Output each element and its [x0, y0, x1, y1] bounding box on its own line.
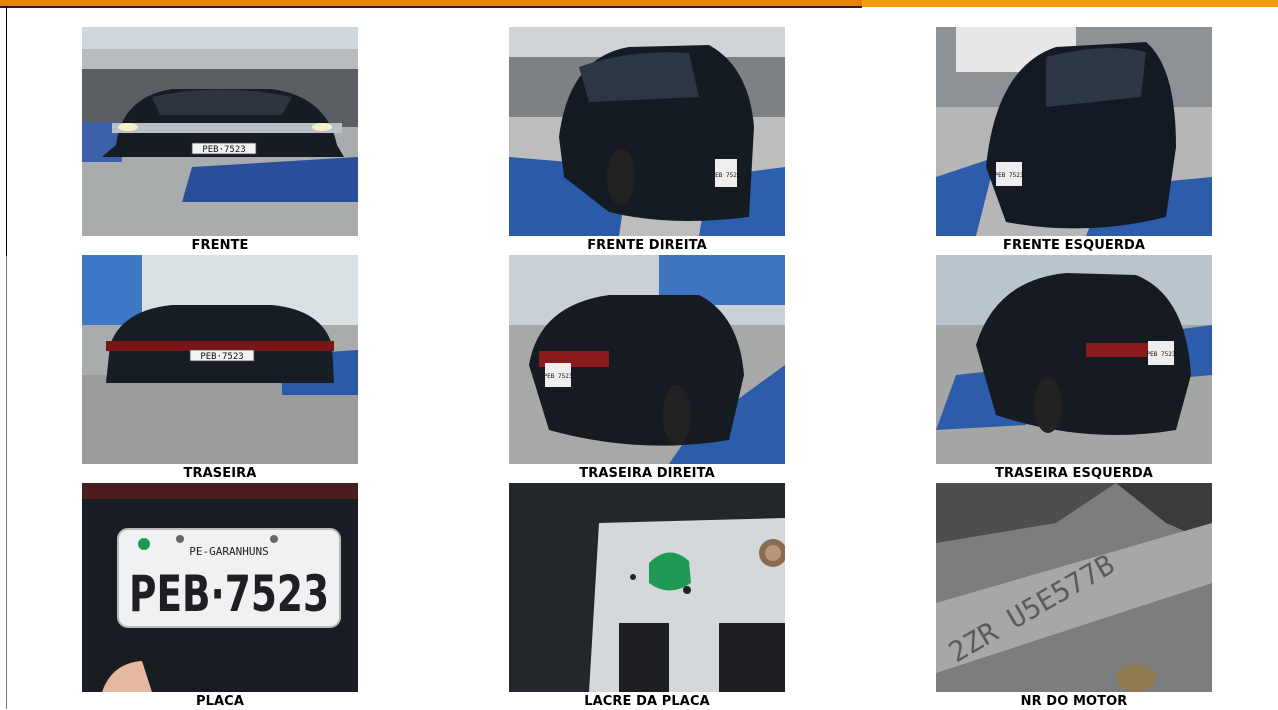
- page-border-left: [6, 6, 7, 256]
- header-accent-bar-right: [862, 0, 1278, 7]
- photo-rear-left: PEB 7523: [936, 255, 1212, 464]
- page-border-left-lower: [6, 256, 7, 709]
- caption-front: FRENTE: [191, 238, 249, 253]
- caption-engine-number: NR DO MOTOR: [1020, 694, 1128, 709]
- caption-rear-left: TRASEIRA ESQUERDA: [995, 466, 1153, 481]
- plate-text: PEB 7523: [995, 172, 1024, 179]
- caption-front-right: FRENTE DIREITA: [587, 238, 707, 253]
- photo-plate-seal: [509, 483, 785, 692]
- photo-engine-number: 2ZR U5E577B: [936, 483, 1212, 692]
- photo-front-right: PEB 7523: [509, 27, 785, 236]
- caption-front-left: FRENTE ESQUERDA: [1002, 238, 1146, 253]
- photo-rear: PEB·7523: [82, 255, 358, 464]
- header-rule: [0, 6, 862, 8]
- caption-plate-seal: LACRE DA PLACA: [584, 694, 710, 709]
- photo-front-left: PEB 7523: [936, 27, 1212, 236]
- plate-text: PEB·7523: [200, 352, 243, 362]
- caption-rear: TRASEIRA: [183, 466, 257, 481]
- plate-text: PEB 7523: [1147, 351, 1176, 358]
- photo-front: PEB·7523: [82, 27, 358, 236]
- plate-text: PEB 7523: [712, 172, 741, 179]
- plate-text: PEB·7523: [129, 565, 329, 623]
- caption-plate: PLACA: [196, 694, 244, 709]
- plate-city-text: PE-GARANHUNS: [189, 545, 268, 558]
- plate-text: PEB·7523: [202, 145, 245, 155]
- caption-rear-right: TRASEIRA DIREITA: [579, 466, 715, 481]
- photo-rear-right: PEB 7523: [509, 255, 785, 464]
- plate-text: PEB 7523: [544, 373, 573, 380]
- photo-plate: PE-GARANHUNS PEB·7523: [82, 483, 358, 692]
